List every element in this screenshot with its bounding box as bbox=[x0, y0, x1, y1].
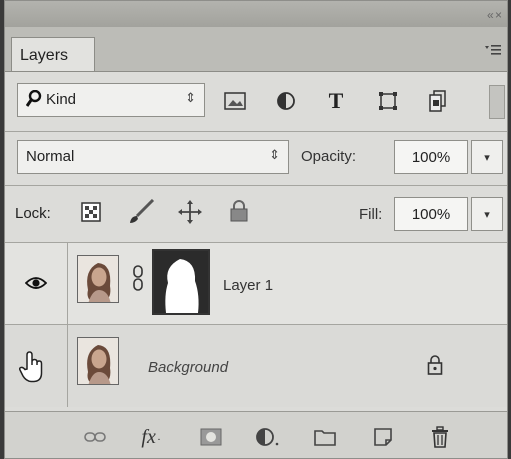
filter-toggle-switch[interactable] bbox=[489, 85, 505, 119]
panel-title-bar[interactable]: « × bbox=[5, 1, 507, 28]
group-folder-icon[interactable] bbox=[311, 423, 339, 451]
eye-icon[interactable] bbox=[24, 276, 48, 295]
lock-position-icon[interactable] bbox=[178, 200, 202, 229]
new-layer-icon[interactable] bbox=[369, 423, 397, 451]
kind-filter-label: Kind bbox=[46, 91, 77, 108]
adjustment-layer-icon[interactable] bbox=[253, 423, 281, 451]
lock-all-icon[interactable] bbox=[230, 200, 248, 227]
layer-row-layer-1[interactable]: Layer 1 bbox=[5, 242, 507, 325]
fill-dropdown-button[interactable]: ▾ bbox=[471, 197, 503, 231]
panel-menu-icon[interactable] bbox=[485, 43, 501, 59]
opacity-dropdown-button[interactable]: ▾ bbox=[471, 140, 503, 174]
visibility-toggle[interactable] bbox=[5, 325, 68, 407]
fill-label: Fill: bbox=[359, 206, 383, 223]
layer-thumbnail[interactable] bbox=[77, 255, 119, 303]
lock-label: Lock: bbox=[15, 205, 51, 222]
fx-icon[interactable]: fx. bbox=[137, 423, 165, 451]
link-layers-icon[interactable] bbox=[81, 423, 109, 451]
adjustment-filter-icon[interactable] bbox=[273, 88, 299, 114]
divider bbox=[5, 185, 507, 186]
layer-name[interactable]: Layer 1 bbox=[223, 277, 273, 294]
lock-transparent-pixels-icon[interactable] bbox=[81, 202, 101, 227]
select-arrows-icon: ⇕ bbox=[269, 147, 280, 162]
lock-image-pixels-icon[interactable] bbox=[127, 198, 155, 230]
layer-thumbnail[interactable] bbox=[77, 337, 119, 385]
layers-panel: « × Layers Kind ⇕ T Normal ⇕ Opacity: 10… bbox=[4, 0, 508, 459]
layers-footer-toolbar: fx. bbox=[5, 411, 507, 458]
kind-filter-select[interactable]: Kind ⇕ bbox=[17, 83, 205, 117]
opacity-field[interactable]: 100% bbox=[394, 140, 468, 174]
layer-mask-link-icon[interactable] bbox=[132, 265, 144, 296]
add-mask-icon[interactable] bbox=[197, 423, 225, 451]
fill-field[interactable]: 100% bbox=[394, 197, 468, 231]
layer-mask-thumbnail[interactable] bbox=[152, 249, 210, 315]
select-arrows-icon: ⇕ bbox=[185, 90, 196, 105]
fx-label: fx bbox=[141, 425, 156, 448]
opacity-label: Opacity: bbox=[301, 148, 357, 165]
smart-object-filter-icon[interactable] bbox=[425, 88, 451, 114]
shape-filter-icon[interactable] bbox=[375, 88, 401, 114]
blend-mode-value: Normal bbox=[26, 148, 75, 165]
tab-layers[interactable]: Layers bbox=[11, 37, 95, 71]
layer-name[interactable]: Background bbox=[148, 359, 228, 376]
layer-lock-icon[interactable] bbox=[427, 355, 443, 380]
search-icon bbox=[25, 89, 42, 112]
delete-layer-icon[interactable] bbox=[426, 423, 454, 451]
image-filter-icon[interactable] bbox=[222, 88, 248, 114]
panel-tab-row: Layers bbox=[5, 27, 507, 72]
blend-mode-select[interactable]: Normal ⇕ bbox=[17, 140, 289, 174]
hand-cursor-icon bbox=[18, 351, 45, 388]
panel-window-controls[interactable]: « × bbox=[487, 8, 502, 22]
visibility-toggle[interactable] bbox=[5, 243, 68, 325]
type-filter-icon[interactable]: T bbox=[323, 88, 349, 114]
divider bbox=[5, 131, 507, 132]
layer-row-background[interactable]: Background bbox=[5, 324, 507, 407]
